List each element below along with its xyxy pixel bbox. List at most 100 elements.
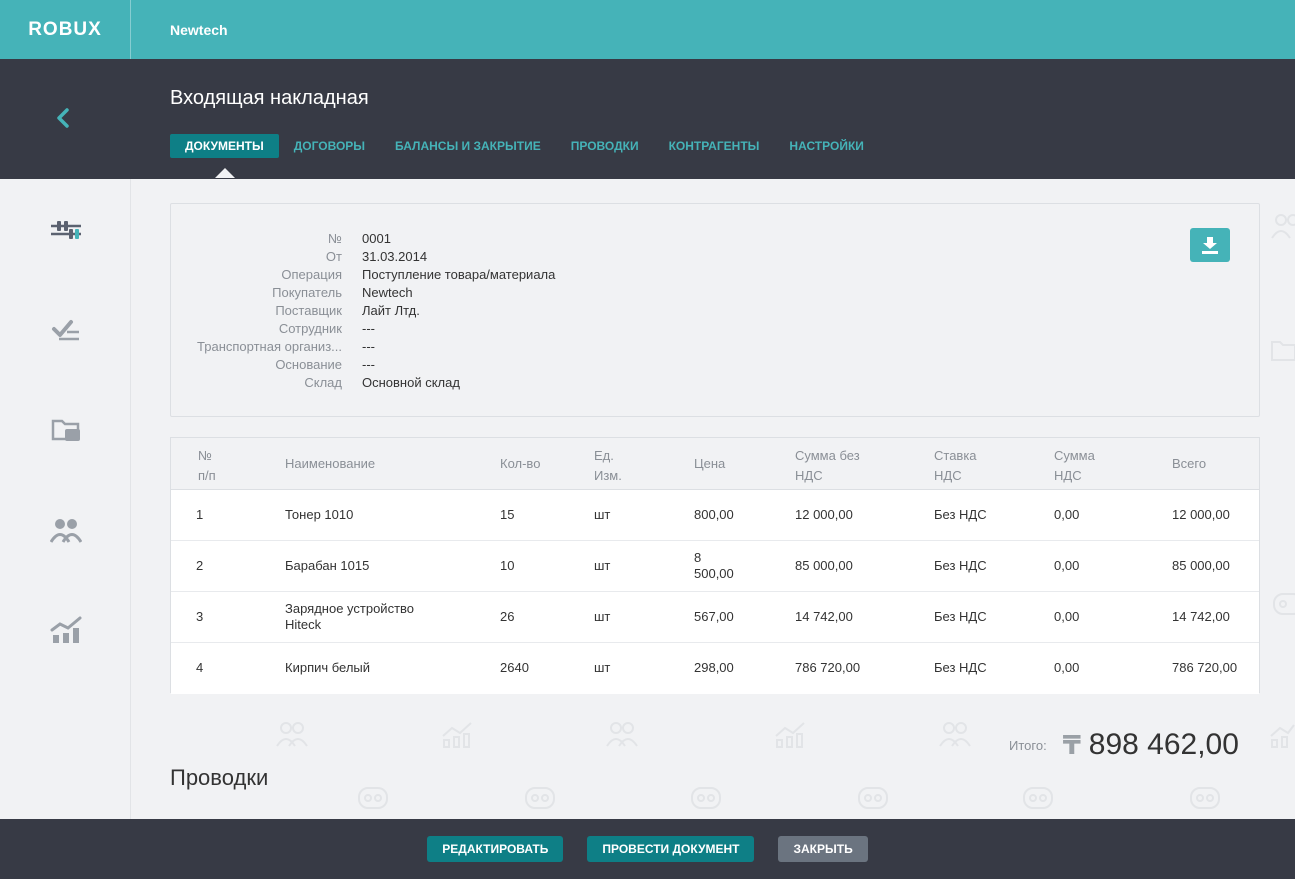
field-transport: Транспортная организ... --- bbox=[171, 337, 555, 355]
cell-price: 800,00 bbox=[694, 507, 734, 522]
field-value: 0001 bbox=[362, 230, 391, 246]
sidebar-item-reports[interactable] bbox=[49, 616, 83, 644]
tenge-icon: ₸ bbox=[1062, 729, 1081, 760]
field-value: Лайт Лтд. bbox=[362, 302, 420, 318]
cell-unit: шт bbox=[594, 609, 611, 624]
back-button[interactable] bbox=[50, 105, 76, 131]
header-sum: Сумма без НДС bbox=[795, 446, 860, 486]
cell-qty: 2640 bbox=[500, 660, 529, 675]
watermark-folder-icon bbox=[1270, 336, 1295, 370]
field-value: Основной склад bbox=[362, 374, 460, 390]
cell-total: 786 720,00 bbox=[1172, 660, 1238, 675]
cell-total: 12 000,00 bbox=[1172, 507, 1230, 522]
table-row[interactable]: 3 Зарядное устройство Hiteck 26 шт 567,0… bbox=[171, 592, 1259, 643]
cell-sum: 14 742,00 bbox=[795, 609, 853, 624]
cell-num: 2 bbox=[196, 558, 204, 573]
header-vat-line2: НДС bbox=[1054, 468, 1082, 483]
close-button[interactable]: ЗАКРЫТЬ bbox=[778, 836, 868, 862]
field-label: Покупатель bbox=[272, 284, 342, 300]
tab-settings[interactable]: НАСТРОЙКИ bbox=[774, 134, 878, 158]
field-label: № bbox=[328, 230, 342, 246]
total-value: 898 462,00 bbox=[1088, 728, 1239, 761]
tab-bar: ДОКУМЕНТЫ ДОГОВОРЫ БАЛАНСЫ И ЗАКРЫТИЕ ПР… bbox=[170, 134, 879, 178]
post-document-button[interactable]: ПРОВЕСТИ ДОКУМЕНТ bbox=[587, 836, 755, 862]
chevron-left-icon bbox=[57, 108, 69, 128]
watermark-robot-icon bbox=[1020, 782, 1056, 820]
cell-rate: Без НДС bbox=[934, 507, 987, 522]
header-total: Всего bbox=[1172, 456, 1207, 471]
field-supplier: Поставщик Лайт Лтд. bbox=[171, 301, 555, 319]
cell-name: Зарядное устройство Hiteck bbox=[285, 601, 415, 632]
cell-total: 85 000,00 bbox=[1172, 558, 1230, 573]
cell-num: 3 bbox=[196, 609, 204, 624]
field-number: № 0001 bbox=[171, 229, 555, 247]
download-icon bbox=[1202, 237, 1218, 254]
field-basis: Основание --- bbox=[171, 355, 555, 373]
header-rate-line1: Ставка bbox=[934, 448, 977, 463]
cell-unit: шт bbox=[594, 660, 611, 675]
table-header: № п/п Наименование Кол-во Ед. Изм. Цена Су… bbox=[171, 438, 1259, 490]
cell-vat: 0,00 bbox=[1054, 558, 1080, 573]
watermark-robot-icon bbox=[688, 782, 724, 820]
cell-qty: 15 bbox=[500, 507, 515, 522]
cell-num: 4 bbox=[196, 660, 204, 675]
postings-section-title: Проводки bbox=[170, 765, 269, 790]
document-fields: № 0001 От 31.03.2014 Операция Поступление т… bbox=[171, 229, 555, 391]
sidebar bbox=[0, 179, 131, 819]
header-qty: Кол-во bbox=[500, 456, 541, 471]
cell-vat: 0,00 bbox=[1054, 507, 1080, 522]
field-label: Основание bbox=[275, 356, 342, 372]
top-bar: ROBUX Newtech bbox=[0, 0, 1295, 59]
field-value: Поступление товара/материала bbox=[362, 266, 556, 282]
table-row[interactable]: 2 Барабан 1015 10 шт 8 500,00 85 000,00 … bbox=[171, 541, 1259, 592]
folder-icon bbox=[51, 419, 80, 441]
header-unit: Ед. Изм. bbox=[594, 446, 622, 486]
field-date: От 31.03.2014 bbox=[171, 247, 555, 265]
cell-qty: 10 bbox=[500, 558, 515, 573]
cell-sum: 85 000,00 bbox=[795, 558, 853, 573]
header-unit-line2: Изм. bbox=[594, 468, 622, 483]
tab-postings[interactable]: ПРОВОДКИ bbox=[556, 134, 654, 158]
field-label: От bbox=[325, 248, 342, 264]
field-label: Транспортная организ... bbox=[197, 338, 342, 354]
page-title: Входящая накладная bbox=[170, 87, 369, 109]
cell-vat: 0,00 bbox=[1054, 660, 1080, 675]
field-label: Склад bbox=[304, 374, 342, 390]
watermark-robot-icon bbox=[1187, 782, 1223, 820]
field-label: Операция bbox=[281, 266, 342, 282]
sidebar-item-contacts[interactable] bbox=[49, 516, 83, 544]
cell-vat: 0,00 bbox=[1054, 609, 1080, 624]
field-label: Сотрудник bbox=[278, 320, 342, 336]
field-value: --- bbox=[362, 356, 375, 372]
header-num-line1: № bbox=[198, 448, 212, 463]
watermark-robot-icon bbox=[355, 782, 391, 820]
field-buyer: Покупатель Newtech bbox=[171, 283, 555, 301]
edit-button[interactable]: РЕДАКТИРОВАТЬ bbox=[427, 836, 564, 862]
tab-documents[interactable]: ДОКУМЕНТЫ bbox=[170, 134, 279, 178]
cell-price: 298,00 bbox=[694, 660, 734, 675]
tab-counterparties[interactable]: КОНТРАГЕНТЫ bbox=[654, 134, 775, 158]
field-label: Поставщик bbox=[275, 302, 342, 318]
watermark-users-icon bbox=[275, 720, 309, 756]
tab-contracts[interactable]: ДОГОВОРЫ bbox=[279, 134, 380, 158]
checklist-icon bbox=[52, 320, 79, 341]
download-button[interactable] bbox=[1190, 228, 1230, 262]
robux-logo[interactable]: ROBUX bbox=[0, 0, 131, 59]
company-name[interactable]: Newtech bbox=[170, 22, 228, 38]
sidebar-item-operations[interactable] bbox=[49, 216, 83, 244]
field-value: --- bbox=[362, 338, 375, 354]
document-total: Итого: ₸ 898 462,00 bbox=[1009, 728, 1239, 762]
header-price: Цена bbox=[694, 456, 726, 471]
table-row[interactable]: 4 Кирпич белый 2640 шт 298,00 786 720,00… bbox=[171, 643, 1259, 694]
table-row[interactable]: 1 Тонер 1010 15 шт 800,00 12 000,00 Без … bbox=[171, 490, 1259, 541]
tab-balances[interactable]: БАЛАНСЫ И ЗАКРЫТИЕ bbox=[380, 134, 556, 158]
header-vat-line1: Сумма bbox=[1054, 448, 1095, 463]
field-operation: Операция Поступление товара/материала bbox=[171, 265, 555, 283]
sidebar-item-tasks[interactable] bbox=[49, 316, 83, 344]
cell-price: 567,00 bbox=[694, 609, 734, 624]
watermark-robot-icon bbox=[855, 782, 891, 820]
sidebar-item-documents[interactable] bbox=[49, 416, 83, 444]
cell-unit: шт bbox=[594, 507, 611, 522]
header-name: Наименование bbox=[285, 456, 376, 471]
cell-name: Барабан 1015 bbox=[285, 558, 370, 573]
